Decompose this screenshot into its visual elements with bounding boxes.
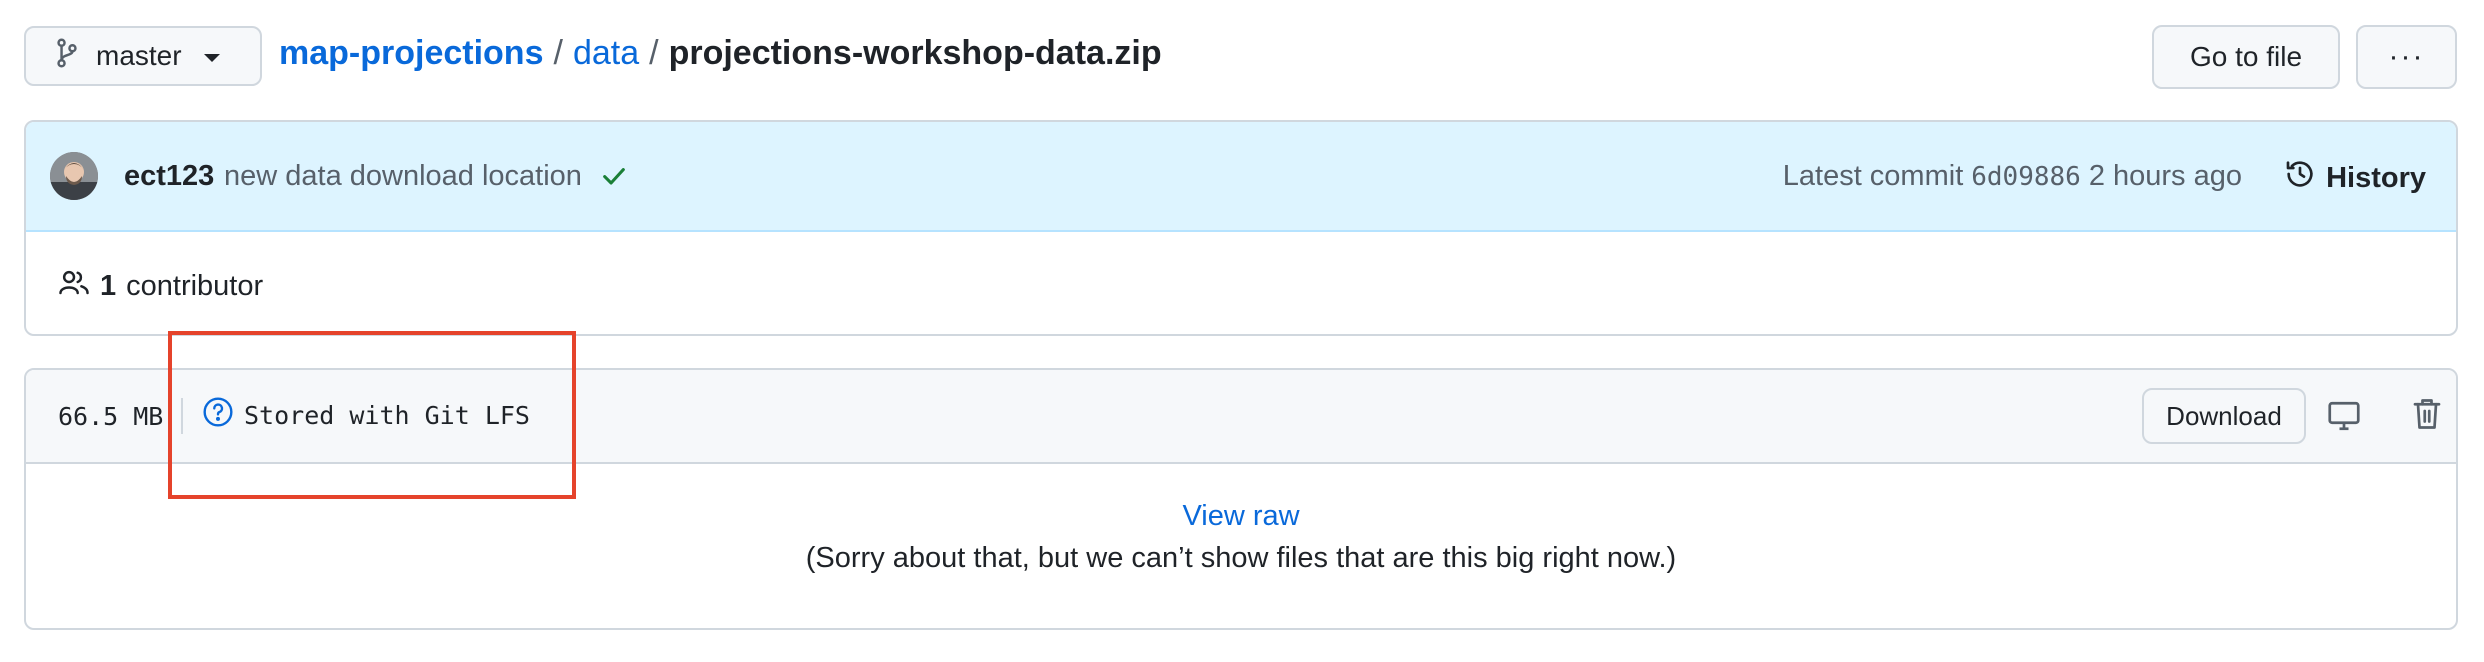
branch-name: master — [96, 40, 182, 71]
latest-commit-info: Latest commit 6d09886 2 hours ago — [1783, 160, 2242, 193]
trash-icon[interactable] — [2410, 396, 2444, 437]
contributor-label: contributor — [126, 269, 264, 302]
breadcrumb-separator: / — [649, 34, 659, 72]
commit-info-box: ect123 new data download location Latest… — [24, 120, 2458, 336]
kebab-horizontal-icon: ··· — [2388, 40, 2425, 73]
history-label: History — [2326, 161, 2426, 194]
commit-message-link[interactable]: new data download location — [224, 160, 582, 193]
desktop-icon[interactable] — [2326, 398, 2362, 439]
history-icon — [2284, 158, 2316, 198]
git-branch-icon — [56, 38, 78, 75]
history-link[interactable]: History — [2284, 158, 2426, 198]
commit-header: ect123 new data download location Latest… — [26, 122, 2456, 232]
breadcrumb-file-name: projections-workshop-data.zip — [668, 34, 1162, 72]
highlight-box — [168, 331, 576, 499]
commit-sha-link[interactable]: 6d09886 — [1971, 162, 2081, 192]
contributors-link[interactable]: 1 contributor — [58, 268, 263, 304]
branch-selector-button[interactable]: master — [24, 26, 262, 86]
download-button[interactable]: Download — [2142, 388, 2306, 444]
commit-time: 2 hours ago — [2088, 160, 2242, 192]
view-raw-link[interactable]: View raw — [26, 500, 2456, 533]
check-icon[interactable] — [600, 162, 628, 195]
people-icon — [58, 268, 90, 304]
breadcrumb: map-projections / data / projections-wor… — [279, 34, 1162, 73]
breadcrumb-folder-link[interactable]: data — [573, 34, 639, 73]
breadcrumb-separator: / — [553, 34, 563, 72]
chevron-down-icon — [203, 54, 220, 62]
file-too-large-notice: (Sorry about that, but we can’t show fil… — [805, 542, 1677, 574]
commit-author-link[interactable]: ect123 — [124, 160, 214, 193]
latest-commit-label: Latest commit — [1782, 160, 1964, 192]
file-size: 66.5 MB — [58, 402, 164, 431]
more-options-button[interactable]: ··· — [2356, 25, 2457, 89]
breadcrumb-repo-link[interactable]: map-projections — [279, 34, 543, 73]
contributor-count: 1 — [100, 269, 117, 302]
avatar[interactable] — [50, 152, 98, 200]
go-to-file-button[interactable]: Go to file — [2152, 25, 2340, 89]
